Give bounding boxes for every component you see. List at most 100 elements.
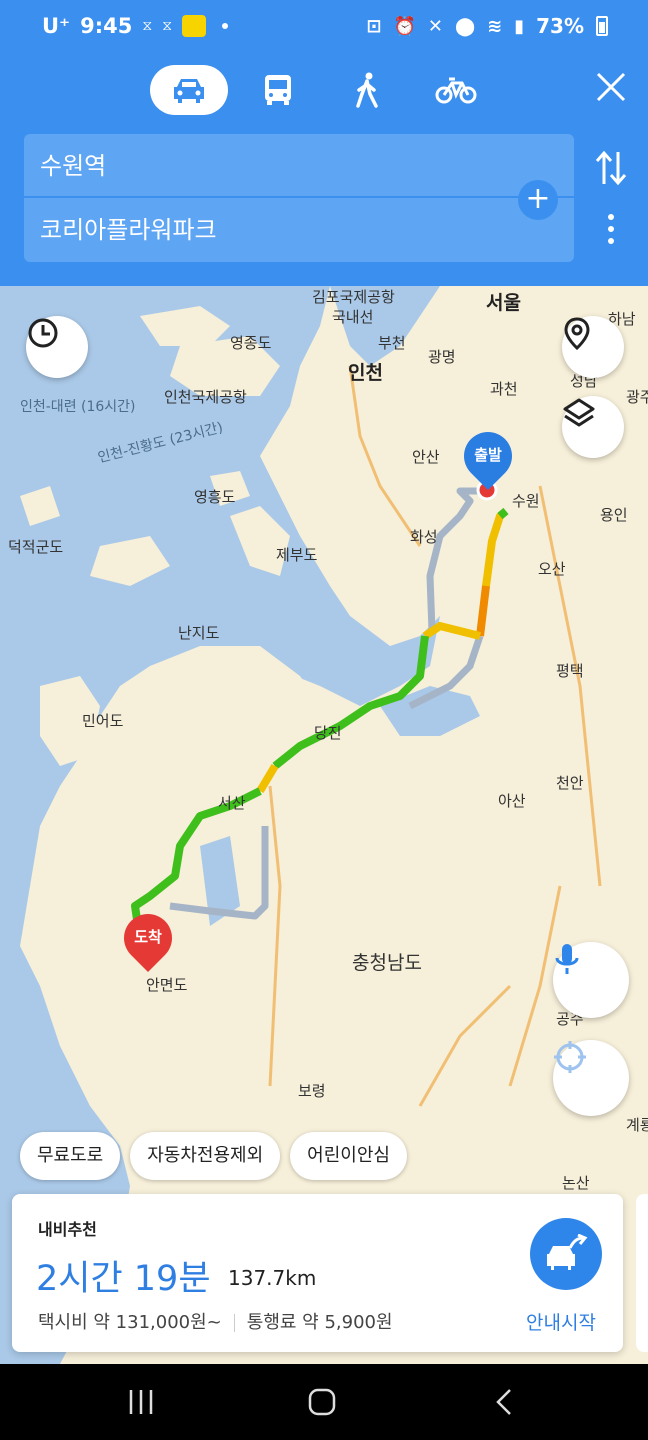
- map-label-suwon: 수원: [512, 492, 540, 510]
- more-icon: [608, 214, 614, 220]
- bike-icon: [435, 77, 477, 104]
- map-label-chungnam: 충청남도: [352, 952, 422, 974]
- end-pin-label: 도착: [134, 928, 162, 946]
- map-label-gimpo: 김포국제공항: [312, 288, 395, 306]
- tab-bike[interactable]: [417, 65, 495, 115]
- map-label-mineodo: 민어도: [82, 712, 124, 730]
- more-notifications-icon: [222, 23, 229, 29]
- notification-icon: ⧖: [162, 18, 173, 34]
- start-navigation-button[interactable]: [530, 1218, 602, 1290]
- route-summary-card[interactable]: 내비추천 2시간 19분 137.7km 택시비 약 131,000원~ 통행료 …: [12, 1194, 623, 1352]
- history-button[interactable]: [26, 316, 88, 378]
- route-header: U⁺ 9:45 ⧖ ⧖ ⊡ ⏰ ✕ ⬤ ≋ ▮ 73% 수원역 코리아플라워파크…: [0, 0, 648, 286]
- map-label-deokjeokgundo: 덕적군도: [8, 538, 64, 556]
- map-label-domestic: 국내선: [332, 308, 374, 326]
- signal-icon: ▮: [514, 15, 525, 37]
- route-distance: 137.7km: [228, 1266, 317, 1290]
- start-pin-label: 출발: [474, 446, 502, 464]
- swap-button[interactable]: [594, 148, 628, 188]
- start-pin[interactable]: 출발: [454, 422, 522, 490]
- map-label-ferry-dalian: 인천-대련 (16시간): [20, 399, 136, 415]
- start-navigation-label[interactable]: 안내시작: [526, 1308, 596, 1335]
- back-icon[interactable]: [494, 1388, 514, 1416]
- toll-fee: 통행료 약 5,900원: [246, 1312, 393, 1333]
- location-icon: ⬤: [454, 15, 476, 37]
- route-input-box: 수원역 코리아플라워파크: [24, 134, 574, 262]
- walk-icon: [356, 72, 378, 108]
- map-label-gyeryong: 계룡: [626, 1116, 648, 1134]
- origin-field[interactable]: 수원역: [24, 134, 574, 198]
- map-label-gwangmyeong: 광명: [428, 348, 456, 366]
- add-waypoint-button[interactable]: +: [518, 180, 558, 220]
- taxi-fare: 택시비 약 131,000원~: [38, 1312, 222, 1333]
- tab-car[interactable]: [150, 65, 228, 115]
- clock-icon: [28, 318, 58, 348]
- map-label-anmyeondo: 안면도: [146, 976, 188, 994]
- battery-icon: [596, 16, 608, 36]
- route-type-label: 내비추천: [38, 1220, 97, 1239]
- map-label-seosan: 서산: [218, 794, 246, 812]
- map-label-boryeong: 보령: [298, 1082, 326, 1100]
- map-label-bucheon: 부천: [378, 334, 406, 352]
- more-options-button[interactable]: [604, 210, 618, 250]
- map-label-pyeongtaek: 평택: [556, 662, 584, 680]
- map-label-yeongheungdo: 영흥도: [194, 488, 236, 506]
- map-label-nonsan: 논산: [562, 1174, 590, 1192]
- map-label-jebudo: 제부도: [276, 546, 318, 564]
- chip-child-safe[interactable]: 어린이안심: [290, 1132, 407, 1180]
- map-label-hwaseong: 화성: [410, 528, 438, 546]
- layers-icon: [563, 398, 595, 427]
- kakao-icon: [182, 15, 207, 37]
- close-button[interactable]: [594, 70, 628, 104]
- chip-free-road[interactable]: 무료도로: [20, 1132, 121, 1180]
- crosshair-icon: [554, 1041, 586, 1073]
- map-label-incheon: 인천: [348, 362, 383, 384]
- map-label-asan: 아산: [498, 792, 526, 810]
- layers-button[interactable]: [562, 396, 624, 458]
- close-icon: [596, 72, 626, 102]
- location-pin-icon: [564, 317, 590, 351]
- route-duration: 2시간 19분: [36, 1259, 211, 1299]
- plus-icon: +: [525, 181, 551, 216]
- system-navigation-bar: [0, 1364, 648, 1440]
- map-label-cheonan: 천안: [556, 774, 584, 792]
- route-filter-chips: 무료도로 자동차전용제외 어린이안심: [20, 1132, 407, 1180]
- microphone-icon: [555, 944, 579, 974]
- lock-icon: ⊡: [366, 15, 382, 37]
- carrier-label: U⁺: [42, 14, 71, 38]
- transport-mode-tabs: [150, 64, 506, 116]
- bus-icon: [265, 75, 291, 105]
- map-label-incheon-airport: 인천국제공항: [164, 388, 247, 406]
- wifi-icon: ≋: [487, 15, 503, 37]
- end-pin[interactable]: 도착: [114, 904, 182, 972]
- map-label-gwangju: 광주: [626, 388, 648, 406]
- destination-field[interactable]: 코리아플라워파크: [24, 198, 574, 262]
- notification-icon: ⧖: [142, 18, 153, 34]
- home-icon[interactable]: [308, 1388, 336, 1416]
- location-pin-button[interactable]: [562, 316, 624, 378]
- mute-icon: ✕: [427, 15, 443, 37]
- divider: [233, 1314, 235, 1332]
- swap-icon: [595, 150, 627, 186]
- route-fares: 택시비 약 131,000원~ 통행료 약 5,900원: [38, 1308, 393, 1334]
- map-label-seoul: 서울: [486, 292, 521, 314]
- tab-walk[interactable]: [328, 65, 406, 115]
- battery-level: 73%: [536, 14, 584, 38]
- recent-apps-icon[interactable]: [128, 1388, 154, 1416]
- my-location-button[interactable]: [553, 1040, 629, 1116]
- chip-exclude-expressway[interactable]: 자동차전용제외: [130, 1132, 281, 1180]
- map-label-gwacheon: 과천: [490, 380, 518, 398]
- map-label-yongin: 용인: [600, 506, 628, 524]
- clock: 9:45: [80, 14, 133, 38]
- map-label-dangjin: 당진: [314, 724, 342, 742]
- map-label-ansan: 안산: [412, 448, 440, 466]
- map-label-yeongjongdo: 영종도: [230, 334, 272, 352]
- next-route-card-edge[interactable]: [636, 1194, 648, 1352]
- map-label-nanjido: 난지도: [178, 624, 220, 642]
- car-icon: [174, 79, 204, 103]
- status-bar: U⁺ 9:45 ⧖ ⧖ ⊡ ⏰ ✕ ⬤ ≋ ▮ 73%: [0, 0, 648, 54]
- map-label-osan: 오산: [538, 560, 566, 578]
- tab-bus[interactable]: [239, 65, 317, 115]
- navigation-car-icon: [547, 1234, 588, 1270]
- voice-search-button[interactable]: [553, 942, 629, 1018]
